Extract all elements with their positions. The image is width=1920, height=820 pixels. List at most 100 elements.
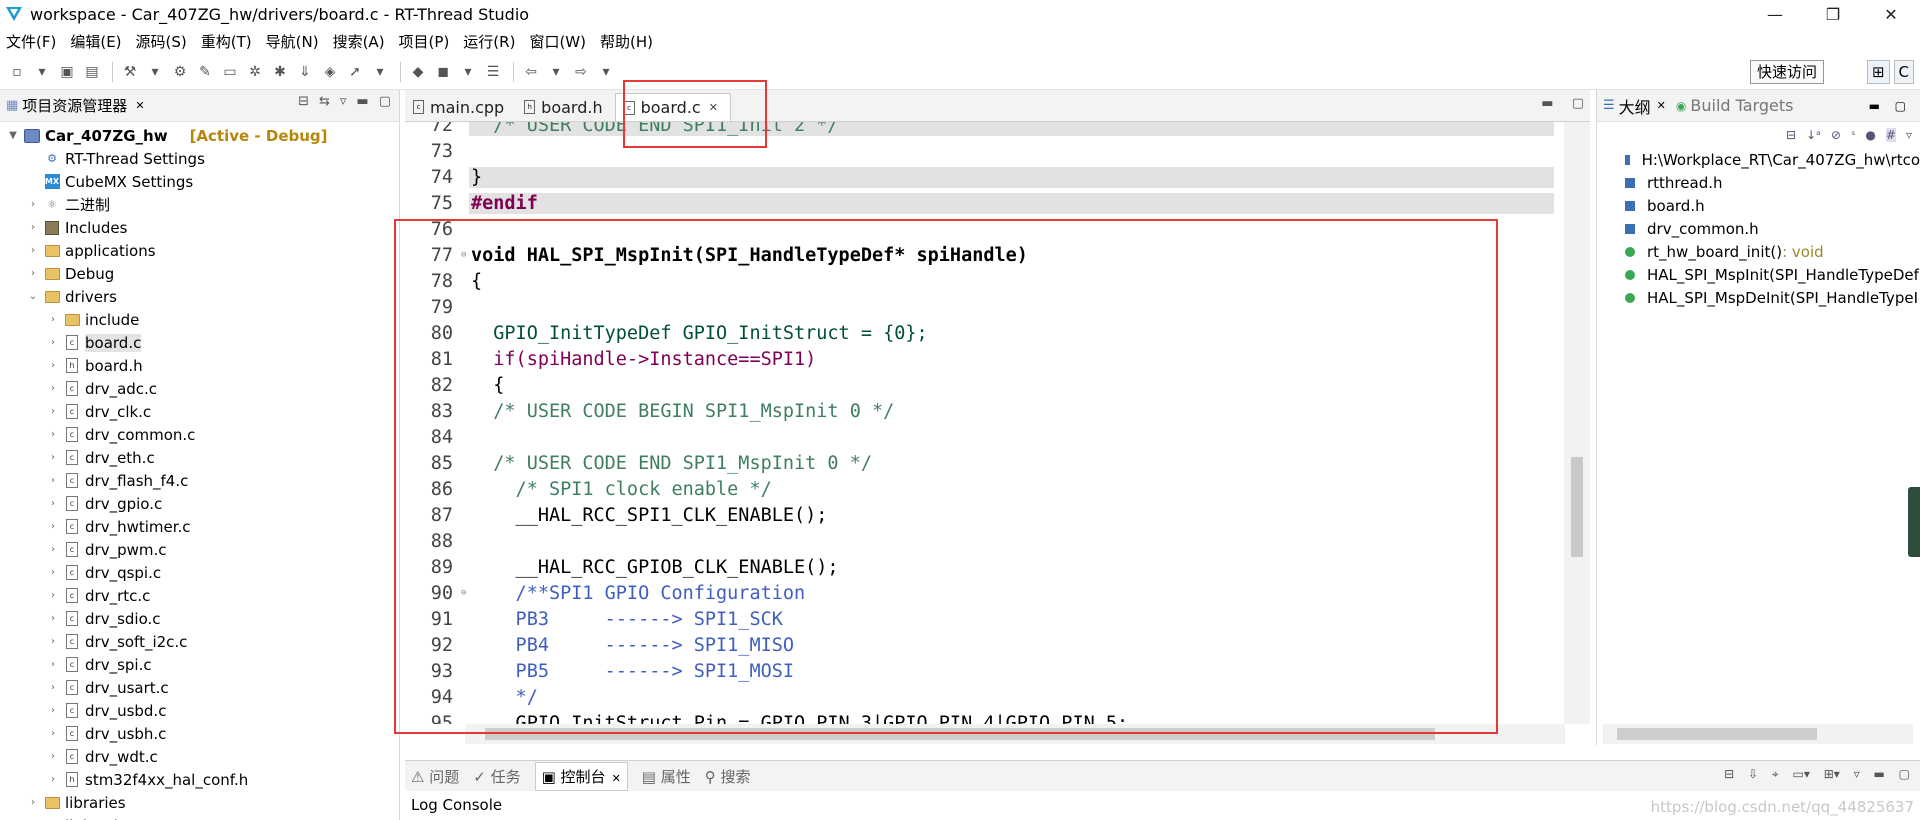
expand-arrow-icon[interactable]: › — [46, 567, 60, 578]
scrollbar-thumb[interactable] — [1617, 728, 1817, 740]
minimize-view-icon[interactable]: ▬ — [1873, 767, 1884, 781]
tree-item[interactable]: › c drv_usbh.c — [0, 722, 399, 745]
tree-item[interactable]: › c drv_common.c — [0, 423, 399, 446]
tree-item[interactable]: › c drv_pwm.c — [0, 538, 399, 561]
pin-console-icon[interactable]: ⌖ — [1772, 767, 1779, 781]
rebuild-icon[interactable]: ⚙ — [169, 61, 191, 83]
tab-search[interactable]: ⚲ 搜索 — [705, 766, 751, 787]
tree-item[interactable]: › c drv_clk.c — [0, 400, 399, 423]
scroll-lock-icon[interactable]: ⇩ — [1748, 767, 1758, 781]
open-perspective-icon[interactable]: ⊞ — [1866, 60, 1890, 84]
maximize-button[interactable]: ❐ — [1804, 0, 1862, 28]
expand-arrow-icon[interactable]: › — [46, 360, 60, 371]
tree-item[interactable]: › c drv_hwtimer.c — [0, 515, 399, 538]
build-dropdown-icon[interactable]: ▾ — [144, 61, 166, 83]
expand-arrow-icon[interactable]: › — [46, 544, 60, 555]
tab-main-cpp[interactable]: c main.cpp — [405, 93, 516, 121]
outline-item[interactable]: HAL_SPI_MspInit(SPI_HandleTypeDef — [1597, 263, 1920, 286]
expand-arrow-icon[interactable]: › — [26, 222, 40, 233]
save-icon[interactable]: ▣ — [56, 61, 78, 83]
tree-item[interactable]: › c drv_usart.c — [0, 676, 399, 699]
menu-help[interactable]: 帮助(H) — [600, 31, 653, 52]
minimize-view-icon[interactable]: ▬ — [356, 94, 368, 109]
clear-console-icon[interactable]: ⊟ — [1724, 767, 1734, 781]
sdk-manager-icon[interactable]: ◆ — [407, 61, 429, 83]
maximize-editor-icon[interactable]: ▢ — [1572, 96, 1584, 111]
outline-horizontal-scrollbar[interactable] — [1603, 724, 1913, 744]
expand-arrow-icon[interactable]: › — [46, 636, 60, 647]
tree-item[interactable]: ⌄ drivers — [0, 285, 399, 308]
new-icon[interactable]: ▫ — [6, 61, 28, 83]
tree-item[interactable]: › c drv_wdt.c — [0, 745, 399, 768]
tree-item[interactable]: › applications — [0, 239, 399, 262]
tree-item[interactable]: › c drv_adc.c — [0, 377, 399, 400]
tree-item[interactable]: MX CubeMX Settings — [0, 170, 399, 193]
save-all-icon[interactable]: ▤ — [81, 61, 103, 83]
outline-item[interactable]: HAL_SPI_MspDeInit(SPI_HandleTypeI — [1597, 286, 1920, 309]
tab-problems[interactable]: ⚠ 问题 — [411, 766, 459, 787]
menu-run[interactable]: 运行(R) — [463, 31, 515, 52]
menu-navigate[interactable]: 导航(N) — [266, 31, 319, 52]
collapse-all-icon[interactable]: ⊟ — [1786, 128, 1796, 142]
expand-arrow-icon[interactable]: › — [46, 705, 60, 716]
tab-board-h[interactable]: h board.h — [516, 93, 614, 121]
side-widget[interactable] — [1908, 487, 1920, 557]
tab-outline[interactable]: 大纲 — [1619, 94, 1651, 118]
outline-item[interactable]: H:\Workplace_RT\Car_407ZG_hw\rtco — [1597, 148, 1920, 171]
expand-arrow-icon[interactable]: › — [46, 383, 60, 394]
view-menu-icon[interactable]: ▿ — [1854, 767, 1860, 781]
expand-arrow-icon[interactable]: › — [46, 751, 60, 762]
tab-properties[interactable]: ▤ 属性 — [642, 766, 691, 787]
open-console-icon[interactable]: ⊞▾ — [1824, 767, 1840, 781]
tab-build-targets[interactable]: Build Targets — [1690, 96, 1793, 115]
expand-arrow-icon[interactable]: › — [46, 429, 60, 440]
build-hammer-icon[interactable]: ⚒ — [119, 61, 141, 83]
expand-arrow-icon[interactable]: › — [46, 728, 60, 739]
tree-item[interactable]: › include — [0, 308, 399, 331]
maximize-view-icon[interactable]: ▢ — [379, 94, 391, 109]
expand-arrow-icon[interactable]: › — [46, 590, 60, 601]
clean-icon[interactable]: ✎ — [194, 61, 216, 83]
tree-item[interactable]: › c drv_rtc.c — [0, 584, 399, 607]
tree-item[interactable]: › c drv_gpio.c — [0, 492, 399, 515]
menu-file[interactable]: 文件(F) — [6, 31, 56, 52]
tree-item[interactable]: › c drv_usbd.c — [0, 699, 399, 722]
tree-item[interactable]: › c drv_flash_f4.c — [0, 469, 399, 492]
terminal-icon[interactable]: ▭ — [219, 61, 241, 83]
menu-refactor[interactable]: 重构(T) — [201, 31, 252, 52]
tree-item[interactable]: ⚙ RT-Thread Settings — [0, 147, 399, 170]
c-perspective-button[interactable]: C — [1893, 60, 1914, 84]
menu-edit[interactable]: 编辑(E) — [70, 31, 121, 52]
tree-item[interactable]: › c drv_eth.c — [0, 446, 399, 469]
forward-dropdown-icon[interactable]: ▾ — [595, 61, 617, 83]
tree-item[interactable]: › linkscripts — [0, 814, 399, 820]
maximize-view-icon[interactable]: ▢ — [1895, 99, 1906, 113]
sort-icon[interactable]: ↓ᵃ — [1806, 128, 1821, 142]
settings-gear-icon[interactable]: ✲ — [244, 61, 266, 83]
minimize-editor-icon[interactable]: ▬ — [1541, 96, 1553, 111]
hide-static-icon[interactable]: ˢ — [1851, 128, 1855, 142]
outline-item[interactable]: board.h — [1597, 194, 1920, 217]
debug-bug-icon[interactable]: ✱ — [269, 61, 291, 83]
outline-item[interactable]: rt_hw_board_init() : void — [1597, 240, 1920, 263]
tree-item[interactable]: › c drv_qspi.c — [0, 561, 399, 584]
close-window-button[interactable]: ✕ — [1862, 0, 1920, 28]
project-explorer-title[interactable]: 项目资源管理器 — [22, 95, 127, 116]
minimize-button[interactable]: — — [1746, 0, 1804, 28]
view-menu-icon[interactable]: ▿ — [340, 94, 347, 109]
close-view-icon[interactable]: ✕ — [135, 99, 144, 112]
scrollbar-thumb[interactable] — [1571, 457, 1583, 557]
hide-fields-icon[interactable]: ⊘ — [1831, 128, 1841, 142]
expand-arrow-icon[interactable]: › — [26, 199, 40, 210]
editor-vertical-scrollbar[interactable] — [1564, 122, 1590, 724]
tree-item[interactable]: › h board.h — [0, 354, 399, 377]
tab-tasks[interactable]: ✓ 任务 — [473, 766, 520, 787]
tree-item[interactable]: › libraries — [0, 791, 399, 814]
stop-dropdown-icon[interactable]: ▾ — [457, 61, 479, 83]
collapse-all-icon[interactable]: ⊟ — [298, 94, 309, 109]
stop-icon[interactable]: ◼ — [432, 61, 454, 83]
link-editor-icon[interactable]: ⇆ — [319, 94, 330, 109]
launch-icon[interactable]: ➚ — [344, 61, 366, 83]
tree-project-row[interactable]: ▼ Car_407ZG_hw [Active - Debug] — [0, 124, 399, 147]
expand-arrow-icon[interactable]: › — [46, 659, 60, 670]
